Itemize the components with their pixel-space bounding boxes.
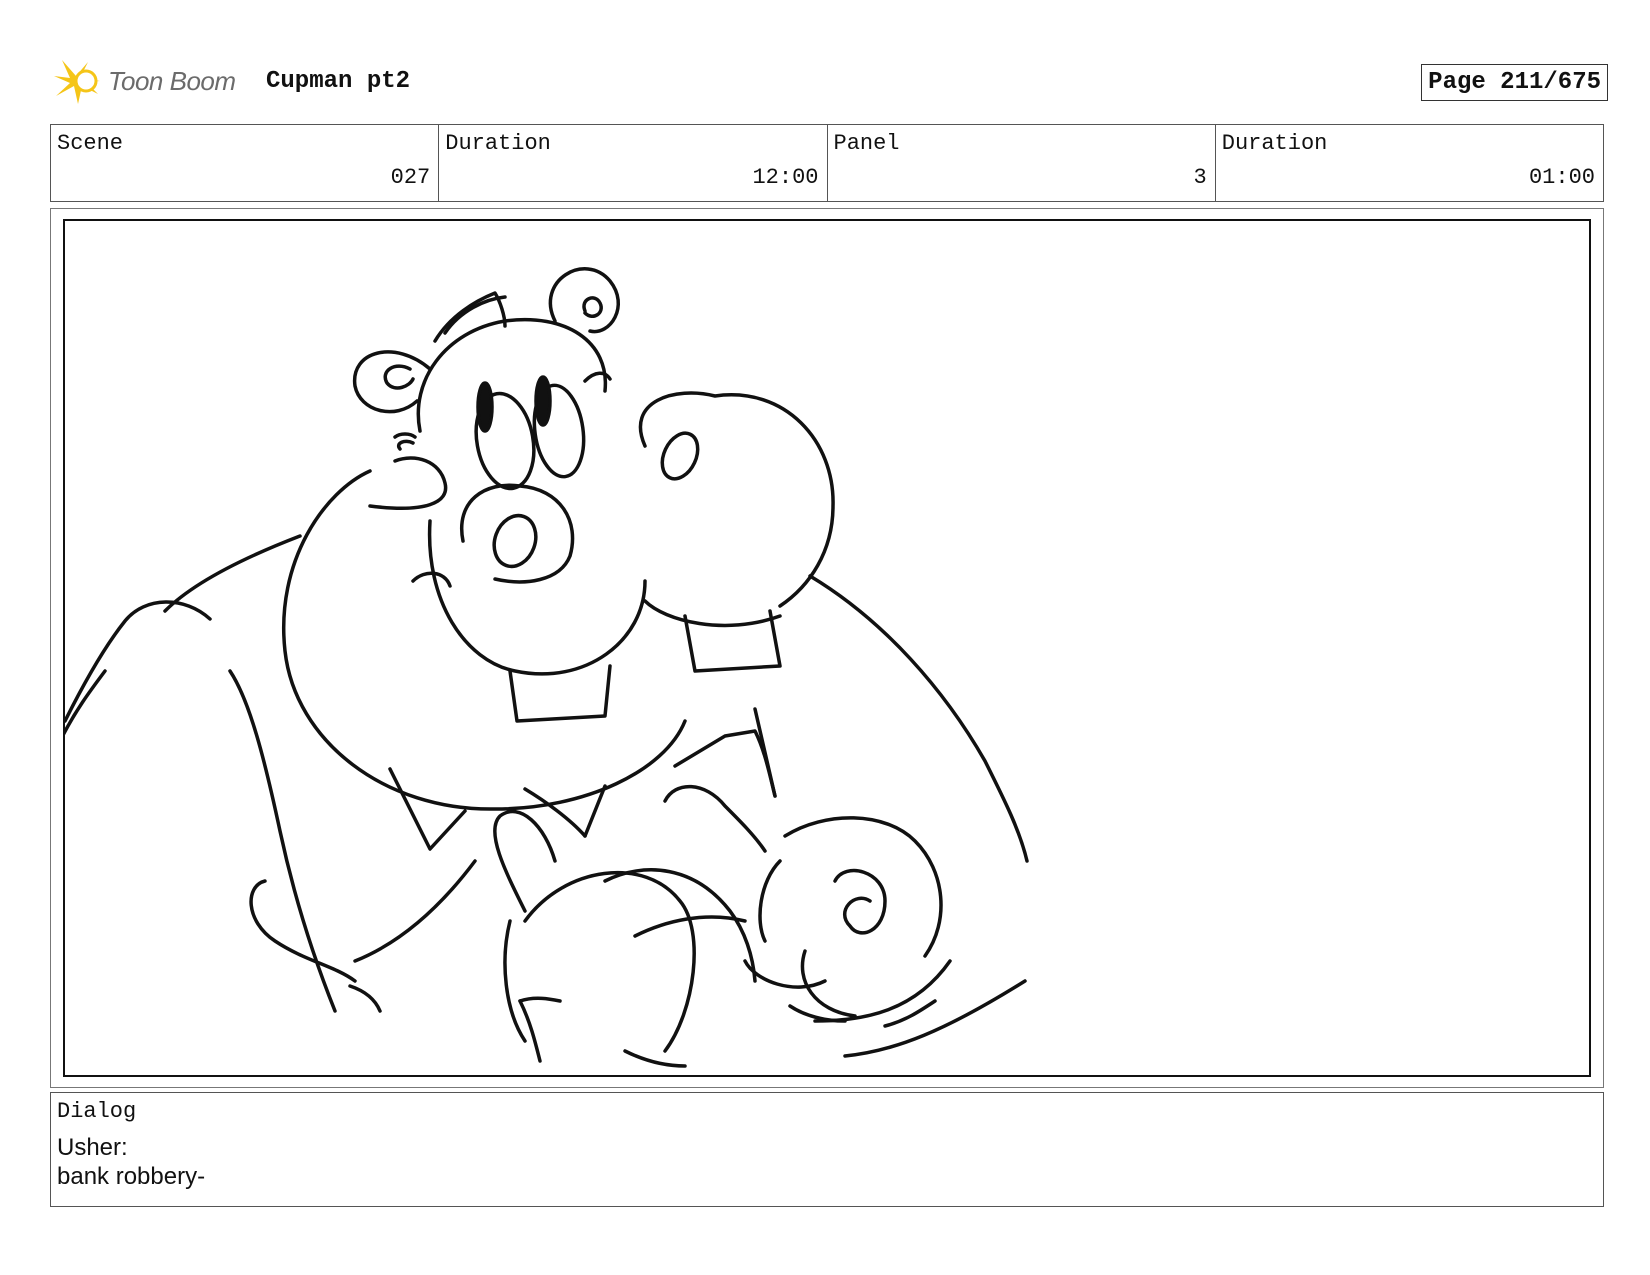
dialog-text: Usher: bank robbery- (57, 1133, 205, 1191)
dialog-line-speaker: Usher: (57, 1134, 128, 1161)
panel-label: Panel (833, 131, 900, 156)
toon-boom-logo: Toon Boom (52, 56, 252, 106)
dialog-line-text: bank robbery- (57, 1163, 206, 1190)
panel-duration-cell: Duration 01:00 (1216, 125, 1603, 201)
project-title: Cupman pt2 (266, 68, 411, 95)
storyboard-panel-frame (50, 208, 1604, 1088)
scene-duration-value: 12:00 (752, 165, 819, 190)
scene-duration-label: Duration (445, 131, 551, 156)
page-number: Page 211/675 (1421, 64, 1608, 101)
logo-text: Toon Boom (108, 66, 236, 96)
scene-duration-cell: Duration 12:00 (439, 125, 828, 201)
panel-duration-value: 01:00 (1528, 165, 1595, 190)
scene-label: Scene (57, 131, 124, 156)
page-header: Toon Boom Cupman pt2 Page 211/675 (52, 56, 1608, 106)
toon-boom-star-icon (54, 60, 100, 104)
scene-info-row: Scene 027 Duration 12:00 Panel 3 Duratio… (50, 124, 1604, 202)
hippo-sketch-drawing (65, 267, 1029, 1068)
panel-value: 3 (1193, 165, 1207, 190)
scene-cell: Scene 027 (51, 125, 440, 201)
dialog-box: Dialog Usher: bank robbery- (50, 1092, 1604, 1207)
panel-duration-label: Duration (1221, 131, 1328, 156)
scene-value: 027 (390, 165, 431, 190)
storyboard-panel (63, 219, 1591, 1077)
dialog-label: Dialog (57, 1099, 137, 1124)
panel-cell: Panel 3 (828, 125, 1216, 201)
